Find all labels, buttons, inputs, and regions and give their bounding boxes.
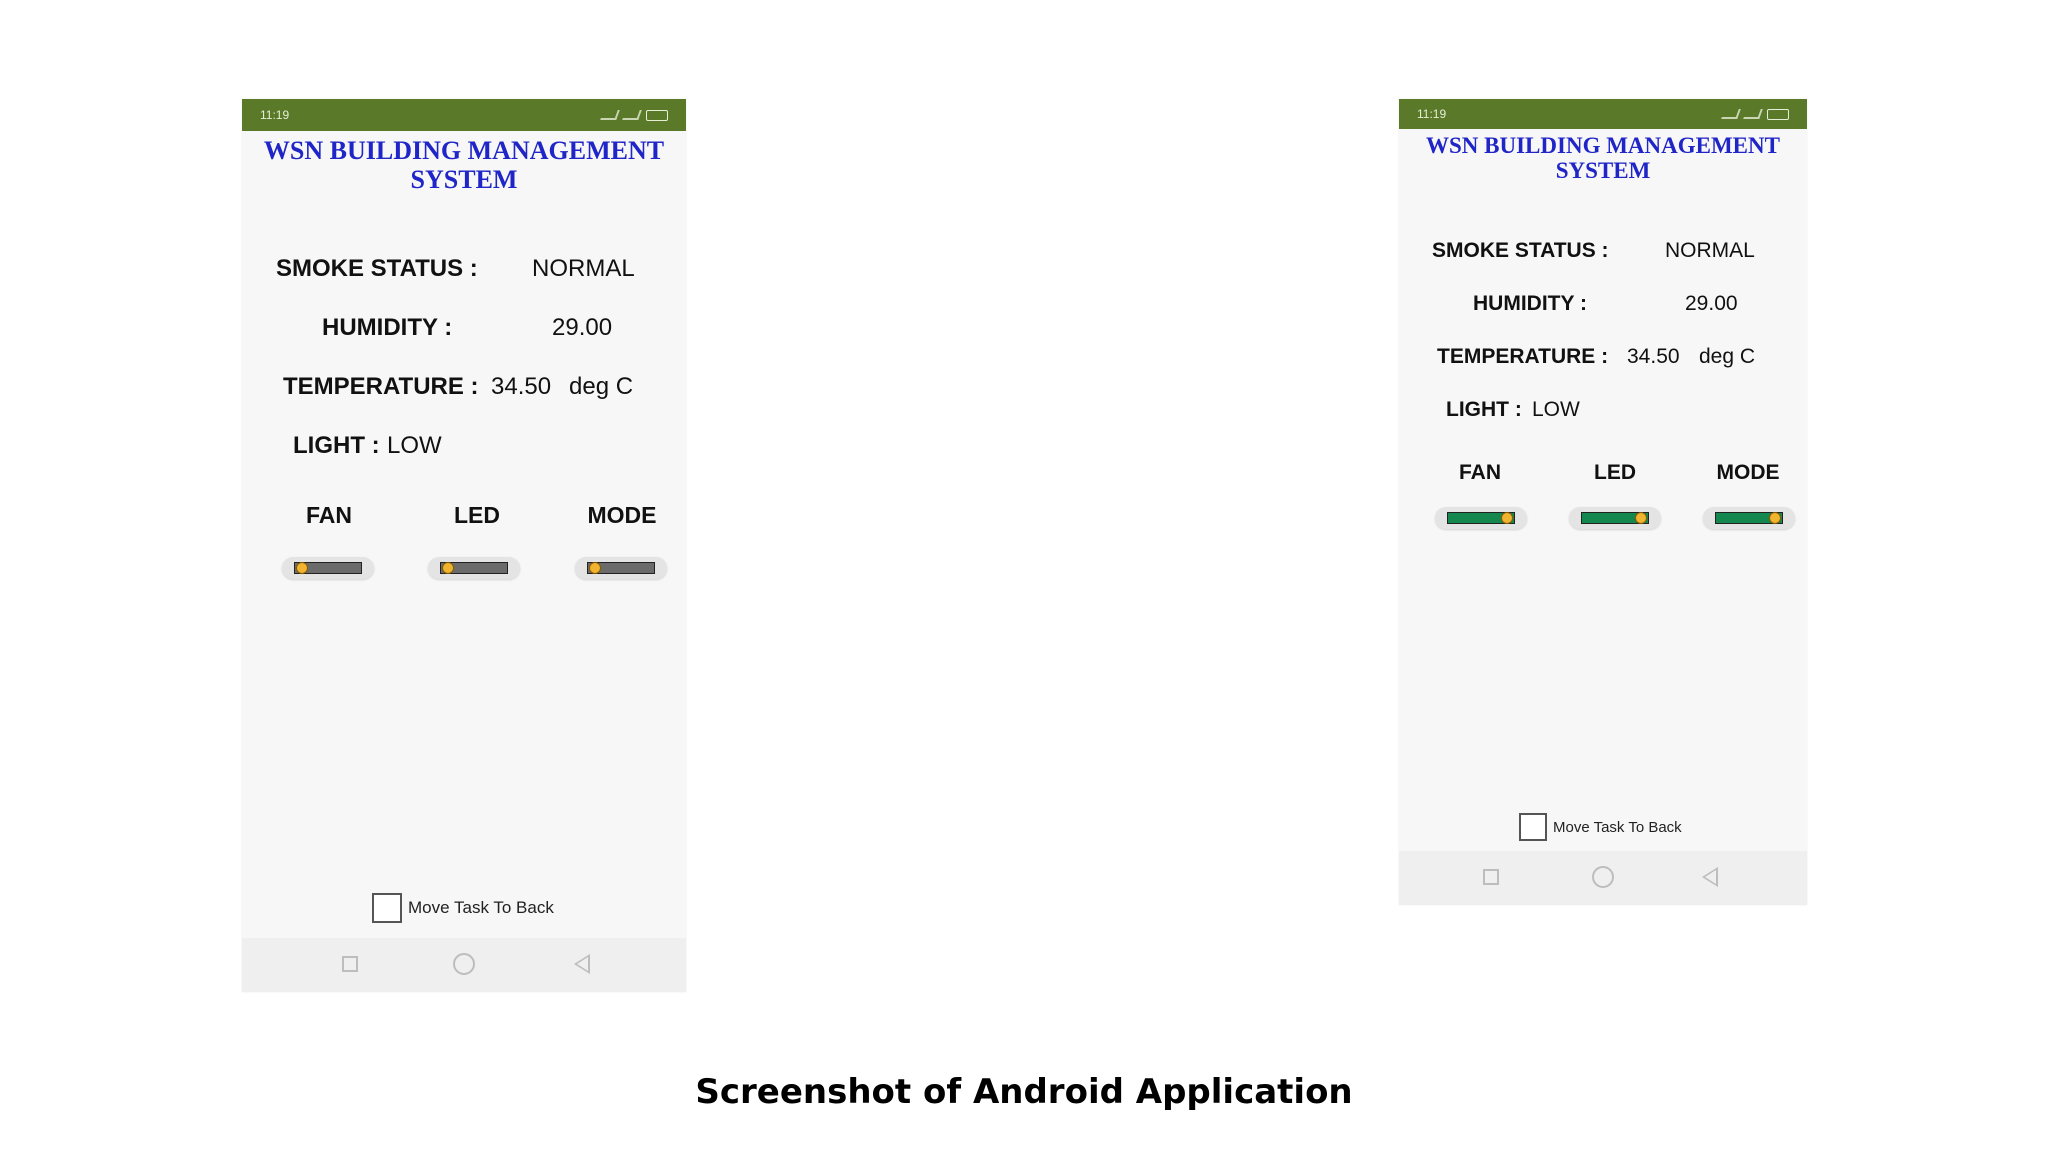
- light-row: LIGHT : LOW: [1446, 398, 1580, 422]
- light-label: LIGHT :: [1446, 398, 1522, 421]
- led-label: LED: [454, 502, 500, 528]
- smoke-status-value: NORMAL: [532, 255, 635, 282]
- move-task-to-back-label: Move Task To Back: [408, 898, 554, 917]
- move-task-to-back-checkbox[interactable]: [372, 893, 402, 923]
- smoke-status-label: SMOKE STATUS :: [276, 255, 478, 282]
- temperature-value: 34.50: [491, 373, 552, 400]
- mode-switch[interactable]: [575, 557, 667, 579]
- navigation-bar: [1399, 851, 1807, 905]
- app-title: WSN BUILDING MANAGEMENT SYSTEM: [242, 136, 686, 194]
- switch-knob: [589, 562, 601, 574]
- light-row: LIGHT : LOW: [293, 432, 442, 460]
- humidity-label: HUMIDITY :: [322, 314, 453, 341]
- move-task-to-back-row[interactable]: Move Task To Back: [1519, 813, 1682, 841]
- wifi-icon: [1743, 109, 1763, 119]
- navigation-bar: [242, 938, 686, 992]
- light-value: LOW: [387, 432, 442, 459]
- humidity-value: 29.00: [1685, 292, 1738, 315]
- humidity-label: HUMIDITY :: [1473, 292, 1587, 315]
- app-title-line1: WSN BUILDING MANAGEMENT: [263, 136, 665, 165]
- smoke-status-row: SMOKE STATUS : NORMAL: [1432, 239, 1755, 263]
- switch-knob: [296, 562, 308, 574]
- led-switch[interactable]: [1569, 507, 1661, 529]
- status-bar: 11:19: [242, 99, 686, 131]
- humidity-row: HUMIDITY : 29.00: [1473, 292, 1738, 316]
- led-switch[interactable]: [428, 557, 520, 579]
- switch-knob: [442, 562, 454, 574]
- temperature-unit: deg C: [569, 373, 634, 400]
- app-title: WSN BUILDING MANAGEMENT SYSTEM: [1399, 133, 1807, 184]
- temperature-value: 34.50: [1627, 345, 1680, 368]
- battery-icon: [646, 109, 668, 121]
- mode-label: MODE: [587, 502, 657, 528]
- phone-screenshot-right: 11:19 WSN BUILDING MANAGEMENT SYSTEM SMO…: [1399, 99, 1807, 905]
- light-value: LOW: [1532, 398, 1580, 421]
- move-task-to-back-checkbox[interactable]: [1519, 813, 1547, 841]
- battery-icon: [1767, 108, 1789, 120]
- move-task-to-back-row[interactable]: Move Task To Back: [372, 893, 554, 923]
- smoke-status-row: SMOKE STATUS : NORMAL: [276, 255, 635, 283]
- app-title-line2: SYSTEM: [1555, 158, 1651, 184]
- figure-caption: Screenshot of Android Application: [695, 1072, 1353, 1112]
- smoke-status-label: SMOKE STATUS :: [1432, 239, 1609, 262]
- home-icon[interactable]: [1592, 866, 1614, 888]
- mode-switch[interactable]: [1703, 507, 1795, 529]
- smoke-status-value: NORMAL: [1665, 239, 1755, 262]
- status-icons: [1721, 108, 1789, 120]
- status-time: 11:19: [260, 108, 290, 122]
- fan-label: FAN: [306, 502, 352, 528]
- signal-icon: [1721, 109, 1741, 119]
- wifi-icon: [622, 110, 642, 120]
- light-label: LIGHT :: [293, 432, 380, 459]
- temperature-row: TEMPERATURE : 34.50 deg C: [283, 373, 633, 401]
- fan-switch[interactable]: [282, 557, 374, 579]
- switch-knob: [1769, 512, 1781, 524]
- fan-switch[interactable]: [1435, 507, 1527, 529]
- switch-knob: [1501, 512, 1513, 524]
- back-icon[interactable]: [574, 954, 590, 974]
- temperature-label: TEMPERATURE :: [283, 373, 479, 400]
- fan-label: FAN: [1459, 461, 1501, 484]
- mode-label: MODE: [1716, 461, 1780, 484]
- switch-knob: [1635, 512, 1647, 524]
- status-bar: 11:19: [1399, 99, 1807, 129]
- app-title-line1: WSN BUILDING MANAGEMENT: [1426, 133, 1780, 158]
- phone-screenshot-left: 11:19 WSN BUILDING MANAGEMENT SYSTEM SMO…: [242, 99, 686, 992]
- humidity-row: HUMIDITY : 29.00: [322, 314, 612, 342]
- status-time: 11:19: [1417, 107, 1447, 121]
- move-task-to-back-label: Move Task To Back: [1553, 818, 1682, 836]
- home-icon[interactable]: [453, 953, 475, 975]
- recents-icon[interactable]: [342, 956, 358, 972]
- temperature-row: TEMPERATURE : 34.50 deg C: [1437, 345, 1755, 369]
- led-label: LED: [1594, 461, 1636, 484]
- signal-icon: [600, 110, 620, 120]
- recents-icon[interactable]: [1483, 869, 1499, 885]
- status-icons: [600, 109, 668, 121]
- app-title-line2: SYSTEM: [410, 164, 518, 194]
- humidity-value: 29.00: [552, 314, 613, 341]
- back-icon[interactable]: [1702, 867, 1718, 887]
- temperature-unit: deg C: [1699, 345, 1756, 368]
- temperature-label: TEMPERATURE :: [1437, 345, 1609, 368]
